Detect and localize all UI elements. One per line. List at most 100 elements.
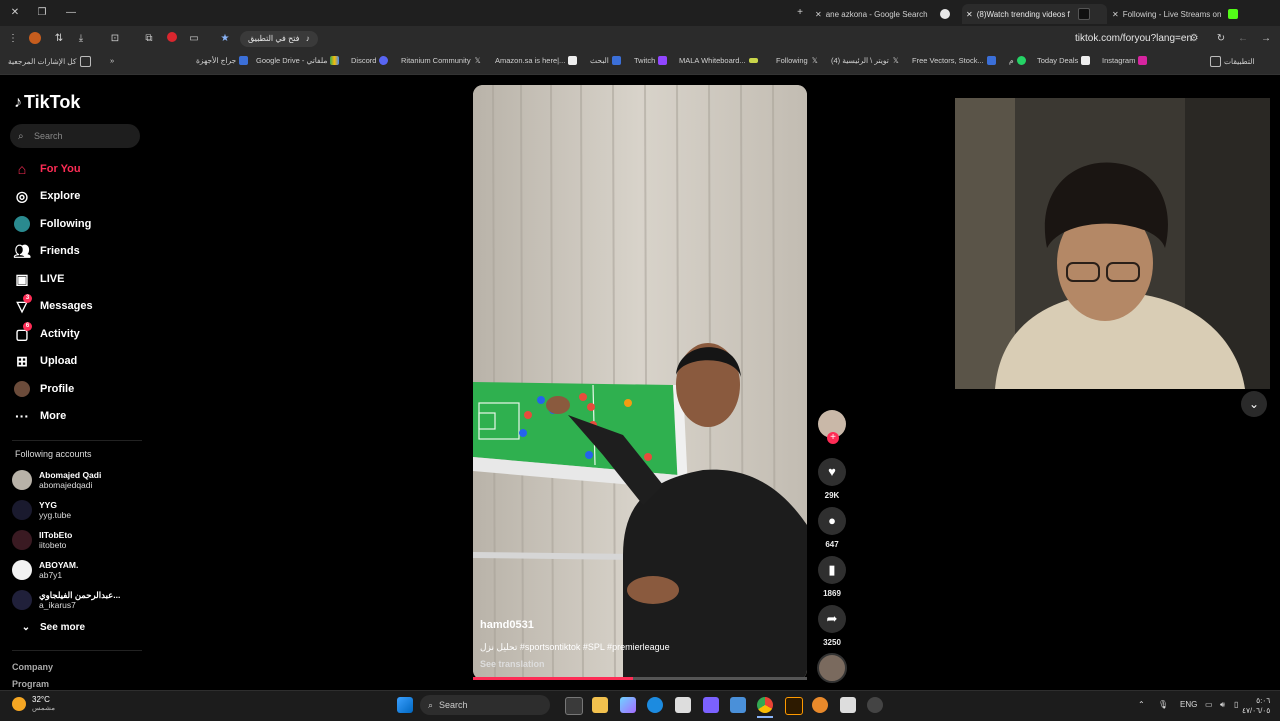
profile-avatar-icon[interactable] — [29, 32, 41, 44]
mail-icon[interactable] — [730, 697, 746, 713]
bookmark-today-deals[interactable]: Today Deals — [1037, 56, 1093, 65]
bookmark-google-drive[interactable]: Google Drive - ملفاتي — [256, 56, 342, 65]
forward-icon[interactable]: ← — [1236, 32, 1250, 46]
copilot-icon[interactable] — [620, 697, 636, 713]
account-item[interactable]: ABOYAM. ab7y1 — [12, 557, 78, 583]
reload-icon[interactable]: ↻ — [1214, 32, 1228, 46]
account-item[interactable]: Abomajed Qadi abomajedqadi — [12, 467, 101, 493]
tab-close-icon[interactable]: ✕ — [1112, 10, 1119, 19]
music-disc-button[interactable] — [817, 653, 847, 683]
account-item[interactable]: عبدالرحمن الفيلجاوي... a_ikarus7 — [12, 587, 120, 613]
battery-icon[interactable]: ▯ — [1234, 700, 1238, 709]
avatar — [12, 590, 32, 610]
open-in-app-button[interactable]: فتح في التطبيق ♪ — [240, 31, 318, 47]
download-icon[interactable]: ⤓ — [74, 32, 88, 46]
nav-following[interactable]: Following — [12, 213, 91, 235]
nav-explore[interactable]: ◎ Explore — [12, 185, 80, 207]
nav-live[interactable]: ▣ LIVE — [12, 268, 64, 290]
tiktok-logo[interactable]: ♪ TikTok — [14, 92, 80, 113]
video-progress-bar[interactable] — [473, 677, 807, 680]
account-item[interactable]: IITobEto iitobeto — [12, 527, 72, 553]
comment-button[interactable]: ● 647 — [817, 507, 847, 549]
bookmark-instagram[interactable]: Instagram — [1102, 56, 1150, 65]
nav-messages[interactable]: ▽ 3 Messages — [12, 294, 93, 317]
tab-tiktok[interactable]: ✕ (8)Watch trending videos f — [962, 4, 1107, 24]
restore-window-icon[interactable]: ❐ — [35, 6, 49, 20]
discord-taskbar-icon[interactable] — [703, 697, 719, 713]
site-settings-icon[interactable]: ⚙ — [1187, 32, 1201, 46]
all-bookmarks-item[interactable]: كل الإشارات المرجعية — [8, 56, 94, 67]
bookmark-star-icon[interactable]: ★ — [218, 32, 232, 46]
tray-overflow-icon[interactable]: ⌃ — [1138, 700, 1145, 709]
bookmark-devices[interactable]: جراج الأجهزة — [196, 56, 251, 65]
tab-close-icon[interactable]: ✕ — [815, 10, 822, 19]
heart-icon: ♥ — [818, 458, 846, 486]
creator-avatar-button[interactable]: + — [817, 410, 847, 444]
footer-link-program[interactable]: Program — [12, 679, 49, 689]
calculator-icon[interactable] — [840, 697, 856, 713]
address-bar[interactable]: tiktok.com/foryou?lang=en — [1075, 33, 1192, 44]
discord-icon — [379, 56, 389, 65]
chrome-icon[interactable] — [757, 697, 773, 713]
close-window-icon[interactable]: ✕ — [8, 6, 22, 20]
bookmark-following[interactable]: Following 𝕏 — [776, 56, 818, 65]
scroll-down-button[interactable]: ⌄ — [1241, 391, 1267, 417]
clock[interactable]: ٥:٠٦ ٤٧/٠٦/٠٥ — [1242, 696, 1270, 716]
puzzle-extension-icon[interactable]: ⧉ — [142, 32, 156, 46]
bookmark-free-vectors[interactable]: Free Vectors, Stock... — [912, 56, 999, 65]
nav-more[interactable]: ··· More — [12, 405, 66, 427]
cast-icon[interactable]: ▭ — [187, 32, 201, 46]
taskbar-search[interactable]: ⌕ Search — [420, 695, 550, 715]
bookmark-twitch[interactable]: Twitch — [634, 56, 670, 65]
follow-plus-icon[interactable]: + — [827, 432, 839, 444]
video-author[interactable]: hamd0531 — [480, 619, 534, 631]
new-tab-icon[interactable]: + — [793, 6, 807, 20]
tab-google-search[interactable]: ✕ ane azkona - Google Search — [815, 4, 955, 24]
bookmark-discord[interactable]: Discord — [351, 56, 391, 65]
microphone-icon[interactable]: 🎙︎ — [1158, 700, 1168, 709]
share-button[interactable]: ➦ 3250 — [817, 605, 847, 647]
task-view-icon[interactable] — [565, 697, 583, 715]
screenshot-icon[interactable]: ⊡ — [108, 32, 122, 46]
language-indicator[interactable]: ENG — [1180, 700, 1197, 709]
see-more-button[interactable]: ⌄ See more — [16, 622, 85, 633]
tab-kick[interactable]: ✕ Following - Live Streams on Ki — [1112, 4, 1252, 24]
nav-profile[interactable]: Profile — [12, 378, 74, 400]
nav-for-you[interactable]: ⌂ For You — [12, 158, 81, 180]
account-item[interactable]: YYG yyg.tube — [12, 497, 71, 523]
store-icon[interactable] — [675, 697, 691, 713]
edge-icon[interactable] — [647, 697, 663, 713]
blender-icon[interactable] — [812, 697, 828, 713]
obs-icon[interactable] — [867, 697, 883, 713]
google-drive-icon — [330, 56, 340, 65]
windows-start-icon[interactable] — [397, 697, 413, 713]
nav-upload[interactable]: ⊞ Upload — [12, 350, 77, 372]
bookmark-twitter[interactable]: (4) تويتر \ الرئيسية 𝕏 — [831, 56, 899, 65]
volume-icon[interactable]: 🔊︎ — [1220, 700, 1225, 710]
minimize-window-icon[interactable]: — — [64, 6, 78, 20]
see-translation-link[interactable]: See translation — [480, 659, 545, 669]
bookmark-mala[interactable]: MALA Whiteboard... — [679, 56, 761, 65]
browser-menu-icon[interactable]: ⋮ — [6, 32, 20, 46]
illustrator-icon[interactable] — [785, 697, 803, 715]
bookmark-ritanium[interactable]: Ritanium Community 𝕏 — [401, 56, 481, 65]
nav-friends[interactable]: 👥︎ Friends — [12, 240, 80, 262]
network-icon[interactable]: ▭ — [1205, 700, 1213, 709]
save-button[interactable]: ▮ 1869 — [817, 556, 847, 598]
bookmark-search[interactable]: البحث — [590, 56, 624, 65]
extensions-icon[interactable]: ⇅ — [52, 32, 66, 46]
bookmark-apps[interactable]: التطبيقات — [1207, 56, 1254, 67]
tab-close-icon[interactable]: ✕ — [966, 10, 973, 19]
weather-widget[interactable]: 32°C مشمس — [12, 695, 55, 712]
video-player[interactable] — [473, 85, 807, 680]
file-explorer-icon[interactable] — [592, 697, 608, 713]
bookmark-whatsapp[interactable]: م — [1009, 56, 1029, 65]
adblock-icon[interactable] — [167, 32, 177, 42]
footer-link-company[interactable]: Company — [12, 662, 53, 672]
like-button[interactable]: ♥ 29K — [817, 458, 847, 500]
search-input[interactable] — [32, 130, 136, 142]
bookmark-amazon[interactable]: Amazon.sa is here|... — [495, 56, 580, 65]
bookmarks-overflow-icon[interactable]: » — [110, 56, 114, 65]
back-icon[interactable]: → — [1259, 32, 1273, 46]
nav-activity[interactable]: ▢ 6 Activity — [12, 322, 80, 345]
